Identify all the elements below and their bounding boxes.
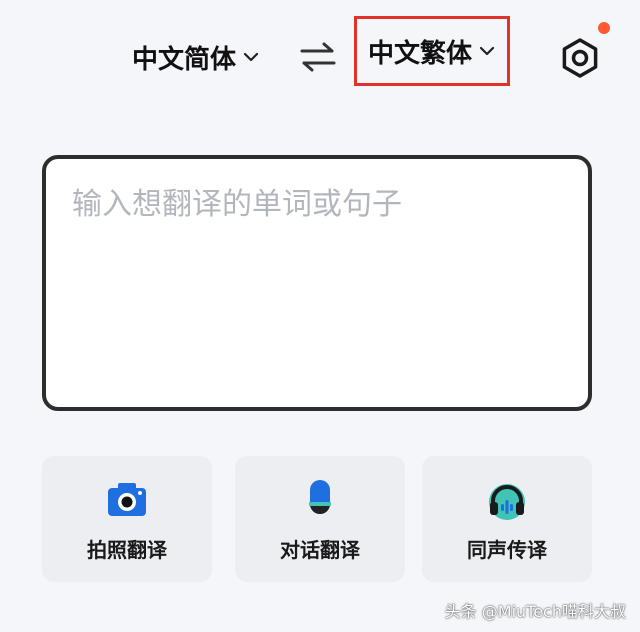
source-language-selector[interactable]: 中文简体 — [132, 34, 260, 80]
watermark: 头条 @MiuTech喵科大叔 — [444, 602, 626, 621]
chevron-down-icon — [243, 52, 259, 62]
translation-input-field[interactable] — [70, 177, 570, 391]
microphone-icon — [309, 480, 331, 514]
chevron-down-icon — [479, 46, 495, 56]
translation-input-box[interactable] — [42, 155, 592, 411]
simultaneous-interpretation-label: 同声传译 — [467, 538, 547, 562]
notification-badge — [598, 22, 610, 34]
simultaneous-interpretation-button[interactable]: 同声传译 — [422, 456, 592, 582]
photo-translate-button[interactable]: 拍照翻译 — [42, 456, 212, 582]
dialog-translate-label: 对话翻译 — [280, 538, 360, 562]
camera-icon — [108, 483, 146, 516]
settings-gear-icon[interactable] — [558, 36, 602, 80]
dialog-translate-button[interactable]: 对话翻译 — [235, 456, 405, 582]
swap-languages-icon[interactable] — [298, 40, 338, 74]
target-language-label: 中文繁体 — [367, 38, 472, 69]
target-language-selector[interactable]: 中文繁体 — [354, 16, 510, 86]
headphones-icon — [489, 484, 525, 520]
source-language-label: 中文简体 — [132, 44, 237, 75]
photo-translate-label: 拍照翻译 — [87, 538, 167, 562]
